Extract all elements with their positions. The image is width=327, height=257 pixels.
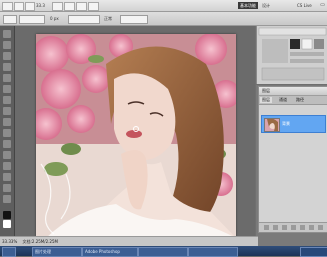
minibridge-button[interactable] [25,2,35,11]
menu-bar: 33.3 基本功能 设计 CS Live ▭ [0,0,327,12]
zoom-level[interactable]: 33.3 [36,2,45,9]
dodge-tool-icon[interactable] [3,173,11,181]
healing-brush-tool-icon[interactable] [3,96,11,104]
pen-tool-icon[interactable] [3,184,11,192]
eyedropper-tool-icon[interactable] [3,85,11,93]
screen-mode-button[interactable] [88,2,99,11]
bridge-button[interactable] [14,2,24,11]
layers-panel-footer [259,222,327,232]
background-color-swatch[interactable] [3,220,11,228]
style-select[interactable]: 正常 [104,15,112,22]
layer-name[interactable]: 背景 [282,121,290,127]
tab-channels[interactable]: 通道 [277,97,289,103]
tab-layers[interactable]: 图层 [260,97,272,103]
marquee-tool-icon[interactable] [3,41,11,49]
quick-select-tool-icon[interactable] [3,63,11,71]
tab-paths[interactable]: 路径 [294,97,306,103]
arrange-documents-button[interactable] [76,2,87,11]
feather-value[interactable]: 0 px [50,15,59,22]
feather-input[interactable] [68,15,100,24]
tool-preset-picker[interactable] [3,15,17,24]
hand-tool-button[interactable] [52,2,63,11]
document-workspace [15,26,255,246]
portrait-image [36,34,236,238]
panel-icons [258,27,327,81]
history-brush-tool-icon[interactable] [3,129,11,137]
gradient-tool-icon[interactable] [3,151,11,159]
adjustments-panel [256,26,327,84]
zoom-tool-button[interactable] [64,2,75,11]
type-tool-icon[interactable] [3,195,11,203]
options-bar: 0 px 正常 [0,12,327,26]
clone-stamp-tool-icon[interactable] [3,118,11,126]
foreground-color-swatch[interactable] [3,211,11,219]
lasso-tool-icon[interactable] [3,52,11,60]
layers-panel-title[interactable]: 图层 [259,87,327,96]
brush-tool-icon[interactable] [3,107,11,115]
workspace-essentials-button[interactable]: 基本功能 [238,2,258,9]
layer-thumbnail [264,118,280,132]
taskbar: 图片处理 Adobe Photoshop [0,246,327,257]
document-canvas[interactable] [36,34,236,238]
ps-logo-icon[interactable] [2,2,13,11]
layers-panel-tabs: 图层 通道 路径 [259,96,327,105]
cs-live-button[interactable]: CS Live [297,2,312,9]
status-bar: 33.33% 文档:2.25M/2.25M [0,236,258,246]
crop-tool-icon[interactable] [3,74,11,82]
layers-panel: 图层 图层 通道 路径 背景 [258,86,327,233]
layer-thumbnail-image [265,119,279,131]
layer-row-background[interactable]: 背景 [261,115,326,133]
tools-panel [0,26,15,246]
blur-tool-icon[interactable] [3,162,11,170]
selection-mode-buttons[interactable] [19,15,45,24]
move-tool-icon[interactable] [3,30,11,38]
refine-edge-button[interactable] [120,15,148,24]
status-doc-size: 文档:2.25M/2.25M [22,239,58,244]
layers-footer-icons[interactable] [259,223,327,232]
window-control-icon[interactable]: ▭ [319,2,326,9]
eraser-tool-icon[interactable] [3,140,11,148]
status-zoom[interactable]: 33.33% [2,239,17,244]
workspace-design-button[interactable]: 设计 [262,2,270,9]
